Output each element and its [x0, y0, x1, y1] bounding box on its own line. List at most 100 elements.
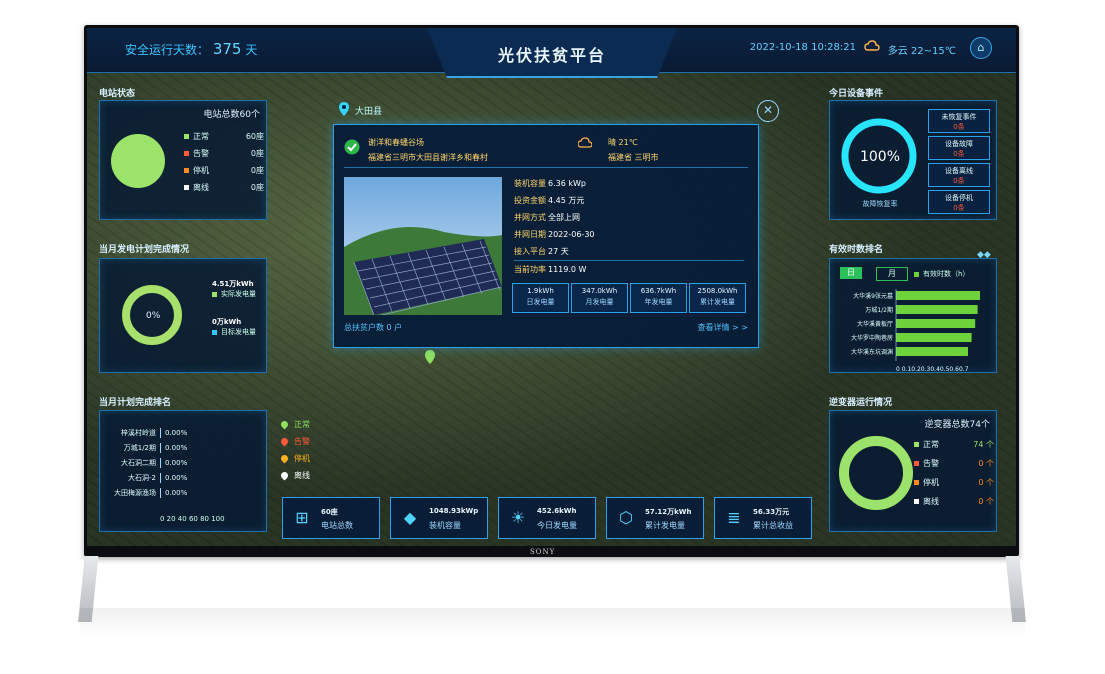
efficiency-legend: 有效时数（h） [914, 269, 969, 279]
efficiency-bar [896, 291, 980, 300]
inverter-total: 逆变器总数74个 [924, 420, 990, 430]
popup-stat-label: 日发电量 [526, 298, 555, 306]
rank-value: 0.00% [165, 488, 188, 497]
sun-icon: ☀ [510, 508, 526, 527]
map-legend-label: 离线 [294, 471, 310, 480]
safe-days-value: 375 [212, 40, 242, 58]
station-legend-row: 停机 0座 [184, 165, 264, 176]
month-rank-panel: 梓溪村岭道 0.00% 万城1/2期 0.00% 大石洞二期 0.00% 大石洞-2 0.00… [99, 410, 267, 532]
efficiency-chart: 大华溪9张元墓万城1/2期大华溪黄板厅大华罗中陶巷房大华溪东坑调渊 0 0.10.… [851, 289, 980, 371]
legend-value: 60座 [245, 132, 264, 141]
popup-field-label: 并网日期 [514, 230, 546, 239]
map-legend: 正常告警停机离线 [279, 416, 310, 484]
efficiency-category-label: 大华溪9张元墓 [853, 292, 893, 300]
kpi-label: 累计发电量 [645, 521, 685, 530]
rank-name: 梓溪村岭道 [104, 427, 161, 438]
legend-dot [914, 442, 919, 447]
month-plan-percent: 0% [146, 311, 161, 321]
event-item-value: 0条 [953, 150, 965, 158]
event-item-value: 0条 [953, 123, 965, 131]
kpi-value: 1048.93kWp [429, 507, 479, 515]
top-bar: 光伏扶贫平台 安全运行天数： 375 天 2022-10-18 10:28:21… [87, 28, 1016, 78]
popup-stat-box: 2508.0kWh 累计发电量 [689, 283, 746, 313]
station-total: 电站总数60个 [203, 110, 260, 120]
legend-value: 0 个 [978, 459, 994, 468]
kpi-card: ⊞ 60座 电站总数 [282, 497, 380, 539]
map-legend-item: 停机 [279, 450, 310, 467]
actual-gen-value: 4.51万kWh [212, 280, 254, 288]
safe-days-unit: 天 [245, 43, 258, 57]
coin-stack-icon: ≣ [727, 508, 741, 527]
rank-value: 0.00% [165, 473, 188, 482]
efficiency-category-label: 大华溪东坑调渊 [851, 348, 893, 356]
close-icon[interactable]: ✕ [757, 100, 779, 122]
actual-gen: 4.51万kWh 实际发电量 [212, 279, 256, 299]
kpi-label: 今日发电量 [537, 521, 577, 530]
map-legend-item: 正常 [279, 416, 310, 433]
kpi-value: 60座 [321, 508, 338, 516]
tab-month[interactable]: 月 [876, 267, 908, 281]
kpi-card: ⬡ 57.12万kWh 累计发电量 [606, 497, 704, 539]
rank-name: 万城1/2期 [104, 442, 161, 453]
recovery-caption: 故障恢复率 [862, 200, 898, 208]
map-legend-label: 告警 [294, 437, 310, 446]
rank-name: 大石洞-2 [104, 472, 161, 483]
legend-value: 0 个 [978, 497, 994, 506]
station-popup: 谢洋和春蟠谷场 福建省三明市大田县谢洋乡和春村 晴 21℃ 福建省 三明市 装机… [333, 124, 759, 348]
inverter-legend-label: 正常 [914, 439, 939, 450]
event-item-button[interactable]: 设备停机 0条 [928, 190, 990, 214]
home-icon: ⌂ [977, 41, 985, 54]
inverter-ring [839, 436, 913, 510]
efficiency-category-label: 大华溪黄板厅 [857, 320, 893, 328]
station-legend-row: 告警 0座 [184, 148, 264, 159]
map-pin-icon [279, 436, 290, 447]
legend-dot [184, 151, 189, 156]
legend-text: 告警 [193, 149, 209, 158]
inverter-legend-row: 正常 74 个 [914, 439, 994, 450]
efficiency-bar [896, 333, 972, 342]
cloud-icon [864, 40, 880, 51]
efficiency-axis-labels: 0 0.10.20.30.40.50.60.7 [896, 366, 969, 371]
efficiency-category-label: 万城1/2期 [865, 306, 893, 314]
inverter-legend-label: 离线 [914, 496, 939, 507]
legend-text: 正常 [923, 440, 939, 449]
event-item-button[interactable]: 设备离线 0条 [928, 163, 990, 187]
location-pin-icon[interactable] [339, 102, 349, 116]
legend-text: 离线 [923, 497, 939, 506]
station-pin-icon[interactable] [425, 350, 435, 364]
rank-row: 大石洞-2 0.00% [104, 470, 260, 485]
legend-text: 离线 [193, 183, 209, 192]
map-pin-icon [279, 470, 290, 481]
popup-stat-value: 636.7kWh [640, 287, 677, 295]
efficiency-legend-dot [914, 271, 919, 277]
popup-stat-label: 累计发电量 [700, 298, 735, 306]
today-events-panel: 100% 故障恢复率 未恢复事件 0条 设备故障 0条 设备离线 0条 设备停机 0条 [829, 100, 997, 220]
popup-field: 接入平台 27 天 [514, 243, 744, 260]
popup-stat-label: 年发电量 [644, 298, 673, 306]
dashboard-screen: 光伏扶贫平台 安全运行天数： 375 天 2022-10-18 10:28:21… [87, 28, 1016, 546]
month-plan-panel: 0% 4.51万kWh 实际发电量 0万kWh 目标发电量 [99, 258, 267, 373]
tab-day[interactable]: 日 [840, 267, 862, 279]
station-network-icon: ⊞ [295, 508, 309, 527]
event-item-button[interactable]: 设备故障 0条 [928, 136, 990, 160]
efficiency-legend-text: 有效时数（h） [923, 270, 970, 278]
event-item-label: 设备故障 [945, 140, 973, 148]
popup-field-label: 投资金额 [514, 196, 546, 205]
popup-field-value: 2022-06-30 [548, 230, 595, 239]
popup-field-label: 装机容量 [514, 179, 546, 188]
legend-dot [914, 499, 919, 504]
check-icon [344, 139, 360, 155]
station-status-legend: 正常 60座 告警 0座 停机 0座 离线 0座 [184, 131, 264, 199]
legend-text: 告警 [923, 459, 939, 468]
home-button[interactable]: ⌂ [970, 37, 992, 59]
view-details-link[interactable]: 查看详情 > > [698, 322, 749, 333]
poor-households: 总扶贫户数 0 户 [344, 323, 403, 332]
efficiency-bar [896, 305, 978, 314]
rank-value: 0.00% [165, 443, 188, 452]
event-item-button[interactable]: 未恢复事件 0条 [928, 109, 990, 133]
legend-dot [914, 461, 919, 466]
page-title: 光伏扶贫平台 [497, 46, 606, 65]
station-name: 谢洋和春蟠谷场 [368, 138, 424, 147]
map-pin-icon [279, 453, 290, 464]
event-item-value: 0条 [953, 177, 965, 185]
